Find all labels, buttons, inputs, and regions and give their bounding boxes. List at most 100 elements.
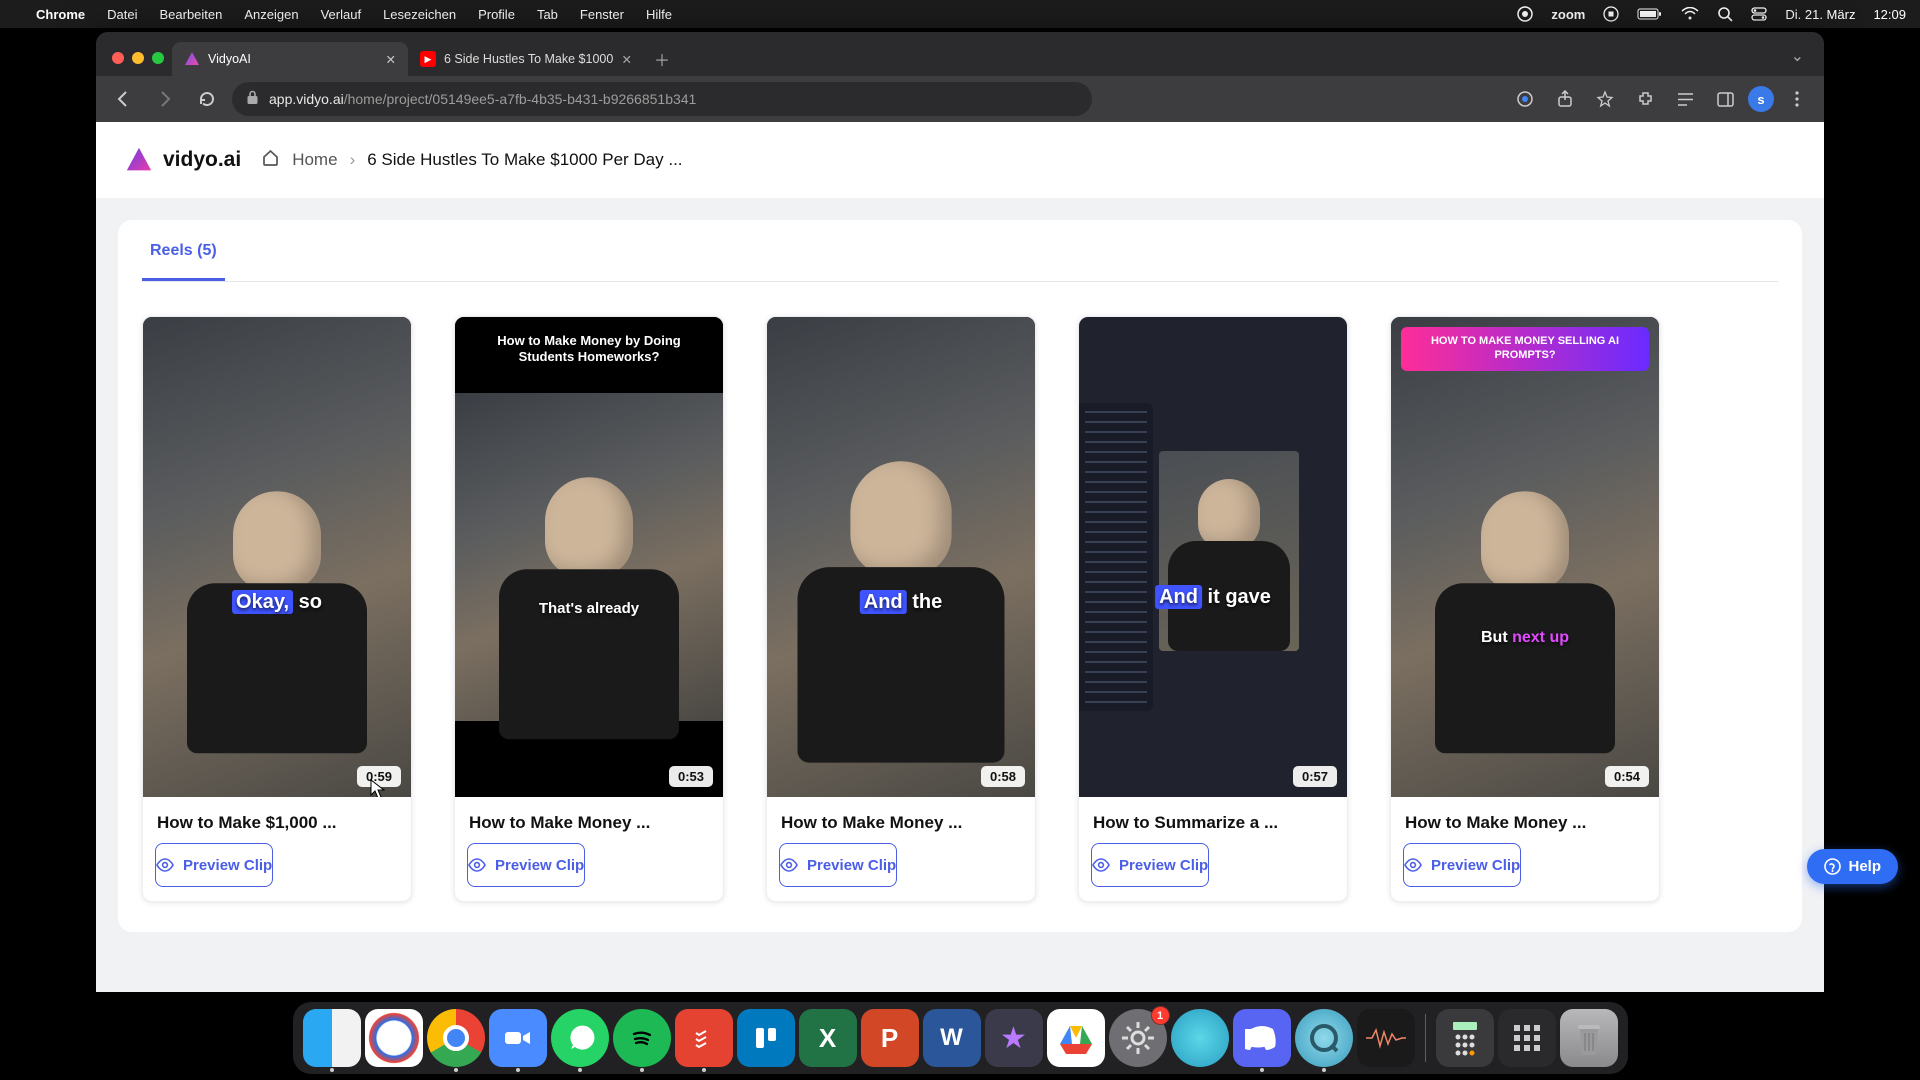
dock-powerpoint-icon[interactable]: P xyxy=(861,1009,919,1067)
dock-settings-icon[interactable]: 1 xyxy=(1109,1009,1167,1067)
dock-calculator-icon[interactable] xyxy=(1436,1009,1494,1067)
reel-thumbnail[interactable]: How to Make Money by Doing Students Home… xyxy=(455,317,723,797)
macos-menubar: Chrome Datei Bearbeiten Anzeigen Verlauf… xyxy=(0,0,1920,28)
lock-icon xyxy=(246,90,259,108)
zoom-status[interactable]: zoom xyxy=(1551,7,1585,22)
reload-button[interactable] xyxy=(190,82,224,116)
battery-icon[interactable] xyxy=(1637,7,1663,21)
share-icon[interactable] xyxy=(1548,82,1582,116)
reel-title: How to Make Money ... xyxy=(767,797,1035,843)
dock-audio-icon[interactable] xyxy=(1357,1009,1415,1067)
sidepanel-icon[interactable] xyxy=(1708,82,1742,116)
browser-tab[interactable]: VidyoAI ✕ xyxy=(172,42,408,76)
duration-badge: 0:57 xyxy=(1293,766,1337,787)
reel-title: How to Make Money ... xyxy=(1391,797,1659,843)
breadcrumb-home[interactable]: Home xyxy=(292,150,337,170)
menu-icon[interactable] xyxy=(1780,82,1814,116)
new-tab-button[interactable]: ＋ xyxy=(648,45,676,73)
menubar-time[interactable]: 12:09 xyxy=(1873,7,1906,22)
dock-launchpad-icon[interactable] xyxy=(1498,1009,1556,1067)
menubar-item[interactable]: Datei xyxy=(107,7,137,22)
tabs-overflow-icon[interactable]: ⌄ xyxy=(1783,46,1812,76)
tab-close-icon[interactable]: ✕ xyxy=(622,52,632,67)
menubar-item[interactable]: Lesezeichen xyxy=(383,7,456,22)
notification-badge: 1 xyxy=(1151,1006,1170,1025)
dock-word-icon[interactable]: W xyxy=(923,1009,981,1067)
reel-caption: That's already xyxy=(539,600,639,617)
menubar-item[interactable]: Profile xyxy=(478,7,515,22)
dock-whatsapp-icon[interactable] xyxy=(551,1009,609,1067)
reel-thumbnail[interactable]: And it gave 0:57 xyxy=(1079,317,1347,797)
dock-separator xyxy=(1425,1014,1426,1062)
reel-caption: And it gave xyxy=(1155,586,1271,609)
preview-clip-button[interactable]: Preview Clip xyxy=(779,843,897,887)
menubar-item[interactable]: Verlauf xyxy=(321,7,361,22)
menubar-item[interactable]: Tab xyxy=(537,7,558,22)
brand-name: vidyo.ai xyxy=(163,148,241,172)
dock: X P W ★ 1 xyxy=(293,1002,1628,1074)
wifi-icon[interactable] xyxy=(1681,7,1699,21)
window-controls xyxy=(108,52,172,76)
dock-drive-icon[interactable] xyxy=(1047,1009,1105,1067)
reel-thumbnail[interactable]: HOW TO MAKE MONEY SELLING AI PROMPTS? Bu… xyxy=(1391,317,1659,797)
reel-thumbnail[interactable]: And the 0:58 xyxy=(767,317,1035,797)
dock-excel-icon[interactable]: X xyxy=(799,1009,857,1067)
breadcrumb-current: 6 Side Hustles To Make $1000 Per Day ... xyxy=(367,150,682,170)
record-icon[interactable] xyxy=(1517,6,1533,22)
bookmark-icon[interactable] xyxy=(1588,82,1622,116)
maximize-window-button[interactable] xyxy=(152,52,164,64)
google-lens-icon[interactable] xyxy=(1508,82,1542,116)
eye-icon xyxy=(156,858,174,872)
home-icon[interactable] xyxy=(261,148,280,172)
close-window-button[interactable] xyxy=(112,52,124,64)
tab-title: 6 Side Hustles To Make $1000 xyxy=(444,52,613,66)
forward-button[interactable] xyxy=(148,82,182,116)
dock-trello-icon[interactable] xyxy=(737,1009,795,1067)
menubar-item[interactable]: Fenster xyxy=(580,7,624,22)
minimize-window-button[interactable] xyxy=(132,52,144,64)
dock-zoom-icon[interactable] xyxy=(489,1009,547,1067)
chevron-right-icon: › xyxy=(350,150,356,170)
reel-card: HOW TO MAKE MONEY SELLING AI PROMPTS? Bu… xyxy=(1390,316,1660,902)
dock-app-icon[interactable] xyxy=(1171,1009,1229,1067)
content-tabs: Reels (5) xyxy=(142,220,1778,282)
dock-quicktime-icon[interactable] xyxy=(1295,1009,1353,1067)
dock-todoist-icon[interactable] xyxy=(675,1009,733,1067)
back-button[interactable] xyxy=(106,82,140,116)
tab-reels[interactable]: Reels (5) xyxy=(142,220,225,281)
brand-logo[interactable]: vidyo.ai xyxy=(124,145,241,175)
dock-safari-icon[interactable] xyxy=(365,1009,423,1067)
reading-list-icon[interactable] xyxy=(1668,82,1702,116)
stop-circle-icon[interactable] xyxy=(1603,6,1619,22)
menubar-item[interactable]: Bearbeiten xyxy=(159,7,222,22)
preview-clip-button[interactable]: Preview Clip xyxy=(1403,843,1521,887)
browser-tab[interactable]: ▶ 6 Side Hustles To Make $1000 ✕ xyxy=(408,42,644,76)
menubar-item[interactable]: Anzeigen xyxy=(244,7,298,22)
cursor-icon xyxy=(369,779,385,797)
dock-spotify-icon[interactable] xyxy=(613,1009,671,1067)
menubar-date[interactable]: Di. 21. März xyxy=(1785,7,1855,22)
reel-thumbnail[interactable]: Okay, so 0:59 xyxy=(143,317,411,797)
address-bar[interactable]: app.vidyo.ai/home/project/05149ee5-a7fb-… xyxy=(232,82,1092,116)
dock-finder-icon[interactable] xyxy=(303,1009,361,1067)
preview-clip-button[interactable]: Preview Clip xyxy=(467,843,585,887)
search-icon[interactable] xyxy=(1717,6,1733,22)
menubar-app-name[interactable]: Chrome xyxy=(36,7,85,22)
dock-imovie-icon[interactable]: ★ xyxy=(985,1009,1043,1067)
tab-close-icon[interactable]: ✕ xyxy=(386,52,396,67)
menubar-item[interactable]: Hilfe xyxy=(646,7,672,22)
dock-discord-icon[interactable] xyxy=(1233,1009,1291,1067)
preview-clip-button[interactable]: Preview Clip xyxy=(155,843,273,887)
dock-chrome-icon[interactable] xyxy=(427,1009,485,1067)
tab-title: VidyoAI xyxy=(208,52,251,66)
tab-favicon-icon xyxy=(184,51,200,67)
profile-avatar[interactable]: s xyxy=(1748,86,1774,112)
preview-clip-button[interactable]: Preview Clip xyxy=(1091,843,1209,887)
help-widget[interactable]: Help xyxy=(1807,849,1898,884)
help-icon xyxy=(1824,858,1841,875)
reel-caption: But next up xyxy=(1481,629,1569,647)
dock-trash-icon[interactable] xyxy=(1560,1009,1618,1067)
reel-caption: Okay, so xyxy=(232,591,322,614)
extensions-icon[interactable] xyxy=(1628,82,1662,116)
control-center-icon[interactable] xyxy=(1751,7,1767,21)
